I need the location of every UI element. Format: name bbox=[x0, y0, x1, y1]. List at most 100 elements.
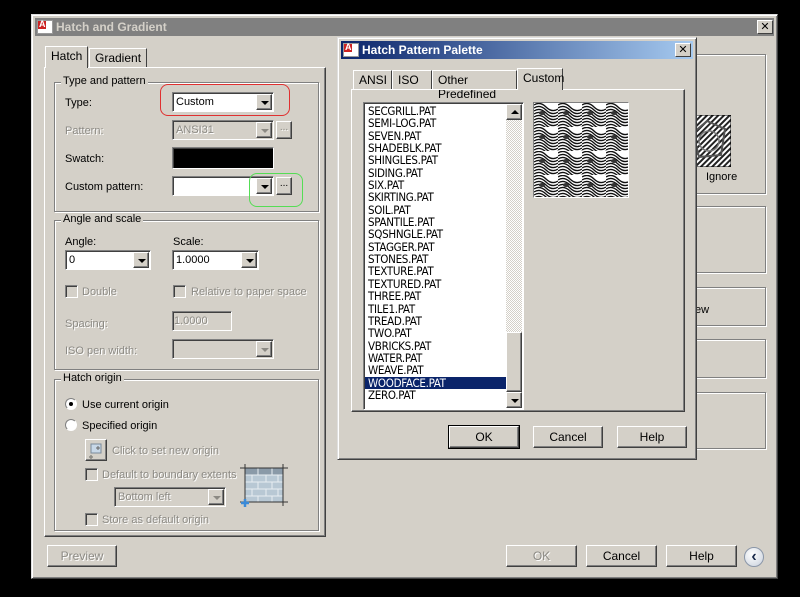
chevron-down-icon bbox=[213, 496, 221, 500]
scale-dropdown-button[interactable] bbox=[241, 252, 257, 268]
swatch-preview[interactable] bbox=[172, 147, 274, 169]
chevron-down-icon bbox=[261, 185, 269, 189]
pattern-list-item[interactable]: SKIRTING.PAT bbox=[365, 191, 506, 203]
pattern-list-item[interactable]: ZERO.PAT bbox=[365, 389, 506, 401]
woodface-pattern-icon bbox=[534, 103, 628, 197]
tab-custom[interactable]: Custom bbox=[517, 68, 564, 90]
pick-point-icon bbox=[89, 443, 102, 459]
autocad-app-icon bbox=[37, 19, 53, 34]
iso-pen-dropdown-button[interactable] bbox=[256, 341, 272, 357]
spacing-input[interactable]: 1.0000 bbox=[172, 311, 232, 331]
palette-close-button[interactable]: ✕ bbox=[675, 43, 691, 57]
default-boundary-checkbox[interactable] bbox=[85, 468, 98, 481]
pattern-list-item[interactable]: WEAVE.PAT bbox=[365, 364, 506, 376]
pattern-list-item[interactable]: TWO.PAT bbox=[365, 327, 506, 339]
double-checkbox[interactable] bbox=[65, 285, 78, 298]
autocad-app-icon bbox=[343, 42, 359, 57]
palette-dialog-title: Hatch Pattern Palette bbox=[362, 43, 483, 57]
spacing-label: Spacing: bbox=[65, 318, 108, 330]
boundary-position-dropdown-button[interactable] bbox=[208, 489, 224, 505]
scroll-up-button[interactable] bbox=[506, 104, 522, 120]
pattern-list-item[interactable]: SHINGLES.PAT bbox=[365, 154, 506, 166]
arrow-down-icon bbox=[511, 399, 519, 403]
palette-title-bar: Hatch Pattern Palette bbox=[341, 41, 693, 59]
default-boundary-label: Default to boundary extents bbox=[102, 469, 237, 481]
scroll-thumb[interactable] bbox=[506, 332, 522, 392]
swatch-label: Swatch: bbox=[65, 153, 105, 165]
specified-origin-label: Specified origin bbox=[82, 420, 158, 432]
iso-pen-width-combo[interactable] bbox=[172, 339, 274, 359]
tab-iso[interactable]: ISO bbox=[392, 70, 432, 90]
store-default-origin-label: Store as default origin bbox=[102, 514, 210, 526]
type-dropdown-button[interactable] bbox=[256, 94, 272, 110]
angle-dropdown-button[interactable] bbox=[133, 252, 149, 268]
tab-hatch[interactable]: Hatch bbox=[45, 46, 89, 68]
custom-pattern-combo[interactable] bbox=[172, 176, 274, 196]
chevron-left-icon: ‹ bbox=[751, 548, 757, 565]
type-label: Type: bbox=[65, 97, 92, 109]
palette-cancel-button[interactable]: Cancel bbox=[533, 426, 603, 448]
tab-other-predefined[interactable]: Other Predefined bbox=[432, 70, 517, 101]
angle-label: Angle: bbox=[65, 236, 97, 248]
boundary-position-combo[interactable]: Bottom left bbox=[114, 487, 226, 507]
pattern-combo[interactable]: ANSI31 bbox=[172, 120, 274, 140]
scale-combo[interactable]: 1.0000 bbox=[172, 250, 259, 270]
origin-brick-preview-icon bbox=[240, 464, 288, 507]
relative-to-paper-checkbox[interactable] bbox=[173, 285, 186, 298]
pattern-value: ANSI31 bbox=[176, 124, 214, 136]
angle-value: 0 bbox=[69, 254, 76, 266]
double-label: Double bbox=[82, 286, 117, 298]
use-current-origin-label: Use current origin bbox=[82, 399, 169, 411]
pattern-list-item[interactable]: SQSHNGLE.PAT bbox=[365, 228, 506, 240]
chevron-down-icon bbox=[261, 129, 269, 133]
pattern-list-item[interactable]: THREE.PAT bbox=[365, 290, 506, 302]
pattern-listbox[interactable]: SECGRILL.PAT SEMI-LOG.PAT SEVEN.PAT SHADEBL… bbox=[363, 102, 524, 410]
pattern-browse-button[interactable]: ... bbox=[276, 121, 292, 139]
main-title-bar: Hatch and Gradient bbox=[35, 18, 774, 36]
main-dialog-title: Hatch and Gradient bbox=[56, 20, 167, 34]
pattern-list: SECGRILL.PAT SEMI-LOG.PAT SEVEN.PAT SHADEBL… bbox=[365, 105, 506, 401]
collapse-options-button[interactable]: ‹ bbox=[744, 547, 764, 567]
main-ok-button[interactable]: OK bbox=[506, 545, 577, 567]
arrow-up-icon bbox=[511, 110, 519, 114]
pattern-list-item[interactable]: SEMI-LOG.PAT bbox=[365, 117, 506, 129]
specified-origin-radio[interactable] bbox=[65, 419, 77, 431]
custom-pattern-browse-button[interactable]: ... bbox=[276, 177, 292, 195]
scroll-down-button[interactable] bbox=[506, 392, 522, 408]
relative-to-paper-label: Relative to paper space bbox=[191, 286, 307, 298]
chevron-down-icon bbox=[261, 348, 269, 352]
hatch-pattern-palette-dialog: Hatch Pattern Palette ✕ ANSI ISO Other P… bbox=[337, 37, 697, 460]
type-combo[interactable]: Custom bbox=[172, 92, 274, 112]
store-default-origin-checkbox[interactable] bbox=[85, 513, 98, 526]
pattern-list-item[interactable]: TEXTURE.PAT bbox=[365, 265, 506, 277]
tab-gradient[interactable]: Gradient bbox=[89, 48, 148, 68]
set-origin-button[interactable] bbox=[85, 439, 107, 461]
main-help-button[interactable]: Help bbox=[666, 545, 737, 567]
click-to-set-origin-label: Click to set new origin bbox=[112, 445, 219, 457]
hatch-origin-legend: Hatch origin bbox=[61, 372, 124, 384]
angle-combo[interactable]: 0 bbox=[65, 250, 151, 270]
main-close-button[interactable]: ✕ bbox=[757, 20, 773, 34]
palette-help-button[interactable]: Help bbox=[617, 426, 687, 448]
scale-value: 1.0000 bbox=[176, 254, 210, 266]
iso-pen-width-label: ISO pen width: bbox=[65, 345, 138, 357]
chevron-down-icon bbox=[138, 259, 146, 263]
main-cancel-button[interactable]: Cancel bbox=[586, 545, 657, 567]
spacing-value: 1.0000 bbox=[174, 315, 208, 327]
palette-ok-button[interactable]: OK bbox=[448, 425, 520, 449]
type-and-pattern-legend: Type and pattern bbox=[61, 75, 148, 87]
chevron-down-icon bbox=[246, 259, 254, 263]
preview-button[interactable]: Preview bbox=[47, 545, 117, 567]
type-value: Custom bbox=[176, 96, 214, 108]
custom-pattern-label: Custom pattern: bbox=[65, 181, 144, 193]
preview-partial-label: ew bbox=[695, 304, 710, 316]
use-current-origin-radio[interactable] bbox=[65, 398, 77, 410]
pattern-scrollbar[interactable] bbox=[506, 104, 522, 408]
tab-ansi[interactable]: ANSI bbox=[353, 70, 392, 90]
custom-pattern-dropdown-button[interactable] bbox=[256, 178, 272, 194]
pattern-dropdown-button[interactable] bbox=[256, 122, 272, 138]
pattern-list-item[interactable]: TILE1.PAT bbox=[365, 302, 506, 315]
boundary-position-value: Bottom left bbox=[118, 491, 171, 503]
island-ignore-label: Ignore bbox=[706, 171, 738, 183]
scale-label: Scale: bbox=[173, 236, 204, 248]
